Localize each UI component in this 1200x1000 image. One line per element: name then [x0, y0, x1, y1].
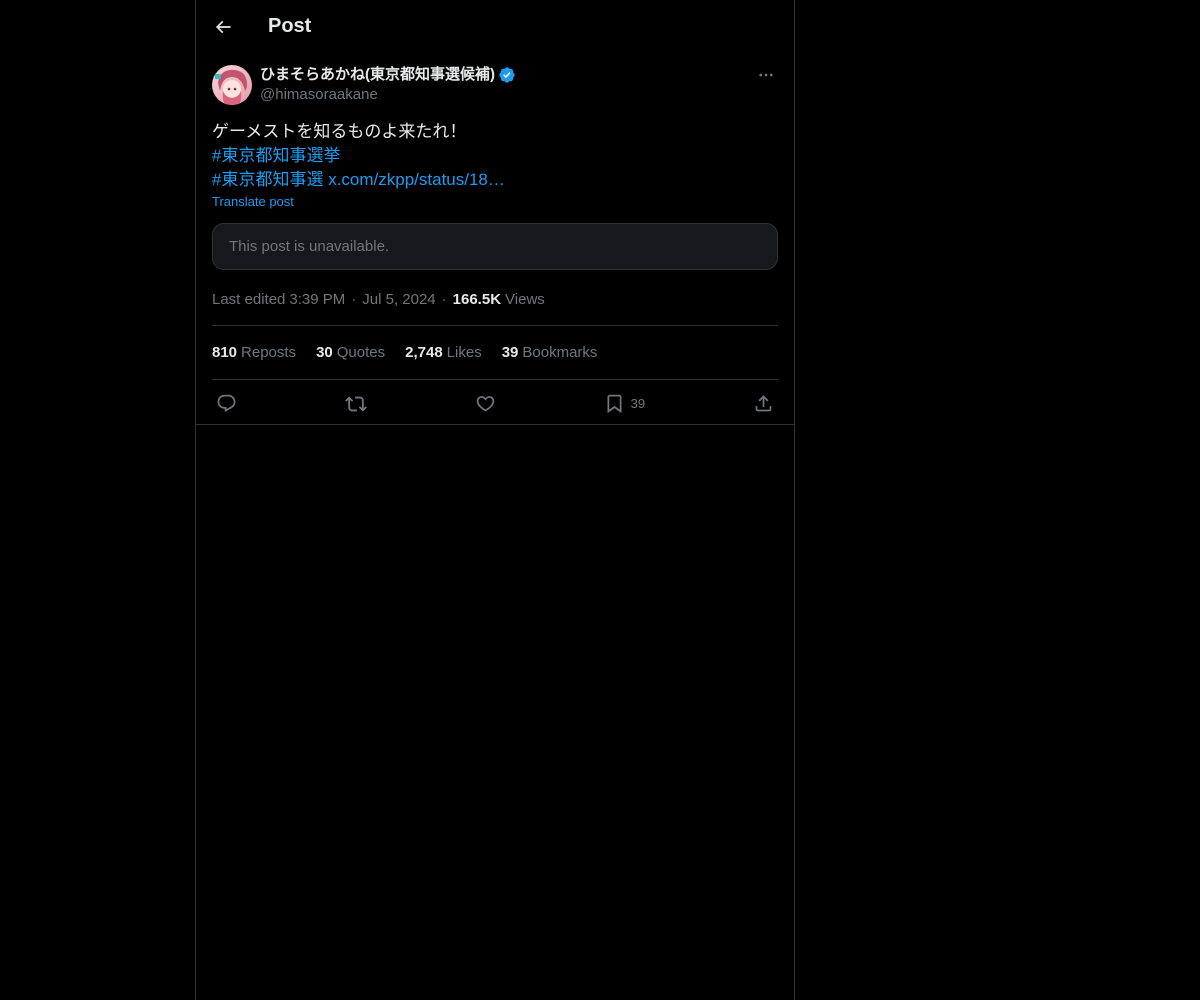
likes-stat[interactable]: 2,748 Likes [405, 344, 482, 361]
main-column: Post ひまそらあかね(東京都知事選候補) @himasoraakane ゲー… [195, 0, 795, 1000]
arrow-left-icon [215, 20, 231, 33]
more-dots-icon [759, 73, 773, 77]
post-text-line: ゲーメストを知るものよ来たれ！ [212, 122, 467, 141]
quoted-post-unavailable: This post is unavailable. [212, 223, 778, 270]
share-button[interactable] [753, 393, 774, 414]
quotes-stat[interactable]: 30 Quotes [316, 344, 385, 361]
separator-dot: · [441, 290, 447, 308]
post-meta: Last edited 3:39 PM · Jul 5, 2024 · 166.… [212, 289, 778, 309]
avatar[interactable] [212, 65, 252, 105]
post-date[interactable]: Jul 5, 2024 [362, 291, 435, 308]
handle[interactable]: @himasoraakane [260, 85, 516, 105]
repost-icon [344, 396, 367, 411]
views-count: 166.5K [452, 290, 502, 308]
hashtag-link[interactable]: #東京都知事選挙 [212, 146, 340, 165]
author-row: ひまそらあかね(東京都知事選候補) @himasoraakane [212, 65, 778, 105]
reply-button[interactable] [216, 393, 237, 414]
actions-row: 39 [212, 380, 778, 427]
post: ひまそらあかね(東京都知事選候補) @himasoraakane ゲーメストを知… [196, 65, 794, 427]
bookmarks-stat[interactable]: 39 Bookmarks [502, 344, 598, 361]
reposts-stat[interactable]: 810 Reposts [212, 344, 296, 361]
display-name[interactable]: ひまそらあかね(東京都知事選候補) [260, 65, 495, 85]
url-link[interactable]: x.com/zkpp/status/18… [328, 170, 505, 189]
verified-badge-icon [498, 66, 516, 84]
bookmark-count: 39 [630, 396, 646, 411]
post-time[interactable]: 3:39 PM [289, 291, 345, 308]
more-options-button[interactable] [754, 65, 778, 85]
reply-icon [217, 394, 236, 412]
back-button[interactable] [212, 16, 234, 38]
separator-dot: · [351, 290, 357, 308]
bookmark-button[interactable]: 39 [604, 393, 645, 414]
post-bottom-border [196, 424, 794, 425]
display-name-row: ひまそらあかね(東京都知事選候補) [260, 65, 516, 85]
like-button[interactable] [475, 393, 496, 414]
hashtag-link[interactable]: #東京都知事選 [212, 170, 323, 189]
edited-label[interactable]: Last edited [212, 291, 285, 308]
header: Post [196, 0, 794, 53]
views-label: Views [505, 290, 545, 308]
page-title: Post [268, 15, 312, 37]
heart-icon [476, 396, 495, 412]
unavailable-text: This post is unavailable. [229, 238, 390, 255]
bookmark-icon [607, 394, 622, 414]
share-icon [755, 395, 772, 412]
repost-button[interactable] [344, 393, 367, 415]
author-info: ひまそらあかね(東京都知事選候補) @himasoraakane [260, 65, 516, 105]
post-text: ゲーメストを知るものよ来たれ！ #東京都知事選挙 #東京都知事選 x.com/z… [212, 120, 778, 192]
stats-row: 810 Reposts 30 Quotes 2,748 Likes 39 Bookmar… [212, 326, 778, 379]
translate-post-link[interactable]: Translate post [212, 194, 294, 209]
